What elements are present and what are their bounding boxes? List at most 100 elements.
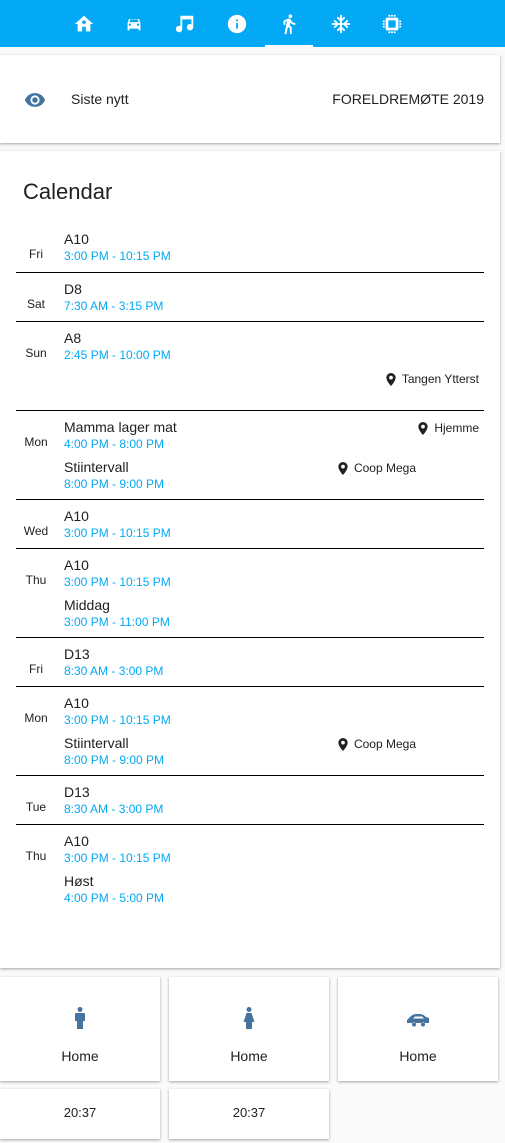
calendar-event[interactable]: D13 8:30 AM - 3:00 PM — [64, 784, 163, 816]
calendar-event[interactable]: A10 3:00 PM - 10:15 PM — [64, 833, 171, 865]
calendar-event[interactable]: Stiintervall 8:00 PM - 9:00 PM — [64, 459, 164, 491]
clock-time: 20:37 — [63, 1105, 97, 1120]
weekday-label: Sun — [25, 346, 47, 360]
calendar-event[interactable]: Høst 4:00 PM - 5:00 PM — [64, 873, 164, 905]
chip-icon — [382, 14, 402, 33]
top-tab-bar — [0, 0, 505, 47]
event-location: Tangen Ytterst — [386, 372, 479, 386]
location-label: Coop Mega — [353, 737, 416, 751]
news-value: FORELDREMØTE 2019 — [332, 91, 484, 107]
event-time: 3:00 PM - 10:15 PM — [64, 526, 171, 540]
event-time: 3:00 PM - 10:15 PM — [64, 575, 171, 589]
tab-car[interactable] — [110, 0, 158, 47]
weekday-label: Wed — [23, 524, 49, 538]
calendar-event[interactable]: Middag 3:00 PM - 11:00 PM — [64, 597, 170, 629]
calendar-day: Thu A10 3:00 PM - 10:15 PM Middag 3:00 P… — [16, 548, 484, 637]
event-location: Coop Mega — [338, 737, 416, 751]
snowflake-icon — [331, 14, 351, 33]
car-icon — [127, 18, 141, 30]
tab-climate[interactable] — [317, 0, 365, 47]
calendar-day: Wed A10 3:00 PM - 10:15 PM — [16, 499, 484, 548]
weekday-label: Fri — [29, 247, 43, 261]
calendar-day: Fri A10 3:00 PM - 10:15 PM — [16, 223, 484, 272]
calendar-day: Thu A10 3:00 PM - 10:15 PM Høst 4:00 PM … — [16, 824, 484, 934]
music-icon — [175, 15, 194, 32]
event-time: 3:00 PM - 10:15 PM — [64, 851, 171, 865]
event-time: 8:30 AM - 3:00 PM — [64, 802, 164, 816]
map-marker-icon — [386, 372, 396, 386]
tab-home[interactable] — [60, 0, 108, 47]
weekday-label: Thu — [25, 849, 47, 863]
calendar-title: Calendar — [23, 179, 113, 204]
calendar-day: Sun A8 2:45 PM - 10:00 PM Tangen Ytterst — [16, 321, 484, 410]
event-title: Stiintervall — [64, 459, 129, 475]
event-title: A10 — [64, 695, 89, 711]
calendar-event[interactable]: A10 3:00 PM - 10:15 PM — [64, 231, 171, 263]
map-marker-icon — [418, 421, 428, 435]
event-time: 2:45 PM - 10:00 PM — [64, 348, 171, 362]
home-icon — [74, 15, 94, 31]
calendar-event[interactable]: Mamma lager mat 4:00 PM - 8:00 PM — [64, 419, 177, 451]
location-label: Hjemme — [434, 421, 479, 435]
event-time: 4:00 PM - 8:00 PM — [64, 437, 165, 451]
calendar-event[interactable]: Stiintervall 8:00 PM - 9:00 PM — [64, 735, 164, 767]
man-icon — [0, 1007, 160, 1029]
event-time: 8:00 PM - 9:00 PM — [64, 753, 165, 767]
map-marker-icon — [338, 461, 348, 475]
entity-card-person-2[interactable]: Home — [169, 977, 329, 1081]
info-icon — [227, 14, 247, 33]
tab-info[interactable] — [213, 0, 261, 47]
entity-card-person-1[interactable]: Home — [0, 977, 160, 1081]
event-title: D13 — [64, 784, 90, 800]
event-time: 8:00 PM - 9:00 PM — [64, 477, 165, 491]
event-title: A10 — [64, 557, 89, 573]
weekday-label: Sat — [26, 297, 45, 311]
event-title: A10 — [64, 231, 89, 247]
entity-state: Home — [61, 1048, 99, 1064]
calendar-day: Sat D8 7:30 AM - 3:15 PM — [16, 272, 484, 321]
map-marker-icon — [338, 737, 348, 751]
event-location: Coop Mega — [338, 461, 416, 475]
event-title: Middag — [64, 597, 110, 613]
calendar-event[interactable]: D8 7:30 AM - 3:15 PM — [64, 281, 163, 313]
calendar-day: Mon A10 3:00 PM - 10:15 PM Stiintervall … — [16, 686, 484, 775]
news-card[interactable]: Siste nytt FORELDREMØTE 2019 — [0, 55, 500, 143]
tab-system[interactable] — [368, 0, 416, 47]
clock-card[interactable]: 20:37 — [0, 1089, 160, 1139]
calendar-event[interactable]: A10 3:00 PM - 10:15 PM — [64, 695, 171, 727]
event-title: D8 — [64, 281, 82, 297]
event-time: 4:00 PM - 5:00 PM — [64, 891, 165, 905]
weekday-label: Mon — [24, 435, 48, 449]
event-title: A10 — [64, 508, 89, 524]
clock-card[interactable]: 20:37 — [169, 1089, 329, 1139]
calendar-event[interactable]: D13 8:30 AM - 3:00 PM — [64, 646, 163, 678]
location-label: Tangen Ytterst — [401, 372, 479, 386]
calendar-day: Mon Mamma lager mat 4:00 PM - 8:00 PM Hj… — [16, 410, 484, 499]
clock-time: 20:37 — [232, 1105, 266, 1120]
entity-state: Home — [399, 1048, 437, 1064]
calendar-day-list: Fri A10 3:00 PM - 10:15 PM Sat D8 7:30 A… — [16, 223, 484, 934]
calendar-event[interactable]: A10 3:00 PM - 10:15 PM — [64, 557, 171, 589]
event-title: D13 — [64, 646, 90, 662]
event-time: 8:30 AM - 3:00 PM — [64, 664, 164, 678]
location-label: Coop Mega — [353, 461, 416, 475]
event-time: 3:00 PM - 10:15 PM — [64, 249, 171, 263]
entity-card-car[interactable]: Home — [338, 977, 498, 1081]
event-time: 7:30 AM - 3:15 PM — [64, 299, 164, 313]
car-icon — [338, 1007, 498, 1027]
weekday-label: Thu — [25, 573, 47, 587]
news-label: Siste nytt — [71, 91, 129, 107]
tab-music[interactable] — [161, 0, 209, 47]
event-title: Stiintervall — [64, 735, 129, 751]
event-time: 3:00 PM - 11:00 PM — [64, 615, 170, 629]
run-icon — [283, 13, 296, 34]
tab-activity[interactable] — [265, 0, 313, 47]
entity-state: Home — [230, 1048, 268, 1064]
eye-icon — [24, 89, 46, 111]
event-location: Hjemme — [418, 421, 479, 435]
calendar-event[interactable]: A8 2:45 PM - 10:00 PM — [64, 330, 171, 362]
event-title: Mamma lager mat — [64, 419, 177, 435]
calendar-event[interactable]: A10 3:00 PM - 10:15 PM — [64, 508, 171, 540]
event-title: A8 — [64, 330, 82, 346]
weekday-label: Mon — [24, 711, 48, 725]
